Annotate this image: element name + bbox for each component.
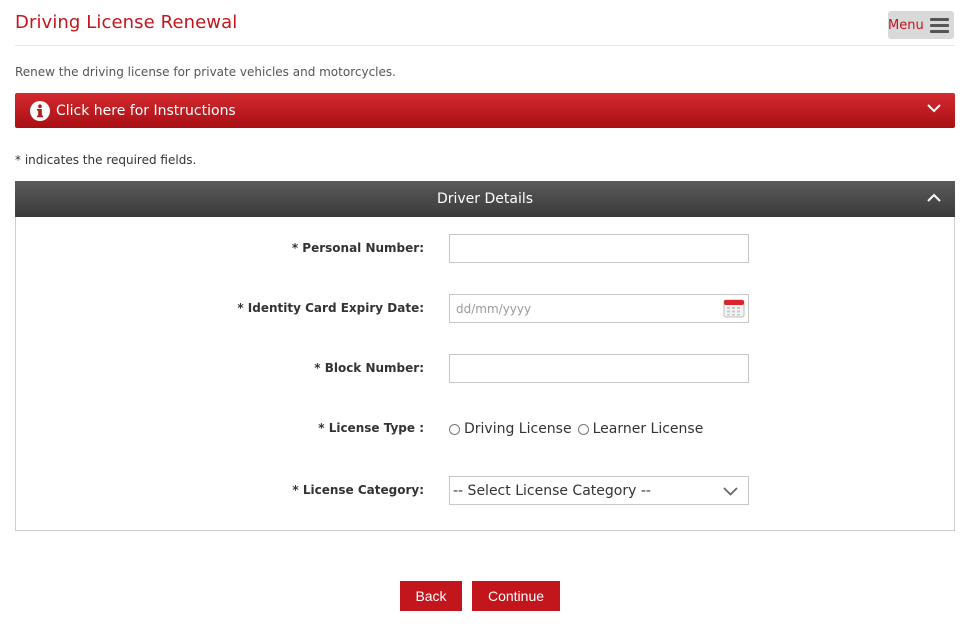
continue-button[interactable]: Continue bbox=[472, 581, 560, 611]
radio-button[interactable] bbox=[449, 423, 460, 435]
select-value: -- Select License Category -- bbox=[453, 482, 651, 499]
menu-label: Menu bbox=[888, 17, 924, 33]
radio-button[interactable] bbox=[577, 423, 589, 435]
instructions-toggle[interactable]: Click here for Instructions bbox=[15, 93, 955, 128]
radio-driving-license[interactable]: Driving License bbox=[449, 421, 572, 437]
id-expiry-date-input[interactable] bbox=[449, 294, 749, 323]
personal-number-input[interactable] bbox=[449, 234, 749, 263]
radio-label: Driving License bbox=[464, 421, 572, 437]
panel-title: Driver Details bbox=[436, 191, 534, 207]
page-title: Driving License Renewal bbox=[15, 12, 238, 33]
block-number-label: * Block Number: bbox=[314, 361, 424, 375]
driver-details-header[interactable]: Driver Details bbox=[15, 181, 955, 217]
back-button[interactable]: Back bbox=[400, 581, 462, 611]
calendar-icon[interactable] bbox=[723, 298, 745, 318]
title-divider bbox=[15, 45, 955, 46]
license-type-label: * License Type : bbox=[318, 421, 424, 435]
license-category-label: * License Category: bbox=[292, 483, 424, 497]
license-type-radio-group: Driving License Learner License bbox=[449, 421, 709, 437]
radio-learner-license[interactable]: Learner License bbox=[577, 421, 704, 437]
radio-label: Learner License bbox=[592, 421, 704, 437]
chevron-down-icon bbox=[927, 104, 941, 113]
menu-button[interactable]: Menu bbox=[888, 11, 954, 39]
personal-number-label: * Personal Number: bbox=[291, 241, 424, 255]
info-icon bbox=[30, 100, 50, 121]
id-expiry-label: * Identity Card Expiry Date: bbox=[237, 301, 424, 315]
chevron-down-icon bbox=[723, 487, 738, 496]
required-fields-note: * indicates the required fields. bbox=[15, 153, 197, 167]
chevron-up-icon bbox=[927, 193, 941, 202]
license-category-select[interactable]: -- Select License Category -- bbox=[449, 476, 749, 505]
block-number-input[interactable] bbox=[449, 354, 749, 383]
page-description: Renew the driving license for private ve… bbox=[15, 65, 396, 79]
hamburger-icon bbox=[930, 17, 950, 33]
instructions-label: Click here for Instructions bbox=[56, 102, 236, 119]
driver-details-panel: Driver Details * Personal Number: * Iden… bbox=[15, 181, 955, 531]
